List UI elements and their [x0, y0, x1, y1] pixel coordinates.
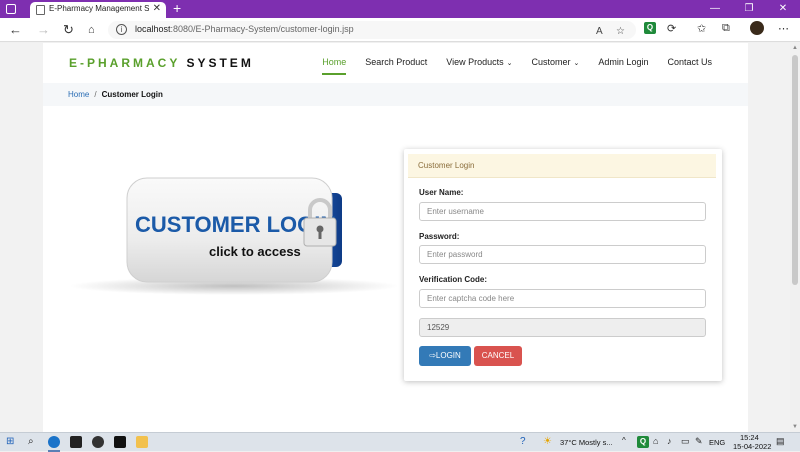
nav-search-product[interactable]: Search Product [365, 57, 427, 67]
help-icon[interactable]: ? [520, 436, 526, 447]
captcha-input[interactable] [419, 289, 706, 308]
browser-tab-bar: E-Pharmacy Management System ✕ + — ❐ ✕ [0, 0, 800, 18]
main-nav: Home Search Product View Products ⌄ Custo… [303, 57, 712, 75]
username-label: User Name: [419, 188, 464, 197]
battery-icon[interactable]: ▭ [681, 436, 690, 447]
url-path: :8080/E-Pharmacy-System/customer-login.j… [170, 24, 354, 34]
search-icon[interactable]: ⌕ [28, 436, 34, 447]
maximize-button[interactable]: ❐ [732, 0, 766, 18]
notification-icon[interactable]: ▤ [776, 436, 785, 447]
tray-q-icon[interactable]: Q [637, 436, 649, 448]
read-aloud-icon[interactable]: A [596, 26, 603, 37]
login-button[interactable]: ⇨LOGIN [419, 346, 471, 366]
login-panel-title: Customer Login [418, 161, 475, 170]
brand-prefix: E-PHARMACY [69, 56, 181, 70]
login-arrow-icon: ⇨ [429, 351, 436, 360]
weather-text[interactable]: 37°C Mostly s... [560, 438, 613, 447]
breadcrumb-home-link[interactable]: Home [68, 90, 89, 99]
tab-close-icon[interactable]: ✕ [153, 3, 161, 14]
cmd-icon[interactable] [114, 436, 126, 448]
captcha-code-field [419, 318, 706, 337]
nav-customer-label: Customer [531, 57, 571, 67]
window-controls: — ❐ ✕ [698, 0, 800, 18]
new-tab-button[interactable]: + [173, 0, 181, 16]
tab-title: E-Pharmacy Management System [49, 4, 149, 13]
login-panel-heading: Customer Login [408, 154, 716, 178]
brand-suffix: SYSTEM [186, 56, 254, 70]
breadcrumb-bar: Home / Customer Login [43, 83, 748, 106]
site-header: E-PHARMACY SYSTEM Home Search Product Vi… [43, 43, 748, 83]
password-label: Password: [419, 232, 460, 241]
windows-taskbar: ⊞ ⌕ ? ☀ 37°C Mostly s... ^ Q ⌂ ♪ ▭ ✎ ENG… [0, 432, 800, 452]
page-favicon-icon [36, 5, 45, 15]
clock-date[interactable]: 15-04-2022 [733, 442, 771, 451]
site-info-icon[interactable]: i [116, 24, 127, 35]
favorite-star-icon[interactable]: ☆ [616, 26, 625, 37]
scroll-down-icon[interactable]: ▼ [792, 424, 798, 430]
url-host: localhost [135, 24, 171, 34]
cancel-button[interactable]: CANCEL [474, 346, 522, 366]
chevron-down-icon: ⌄ [506, 60, 513, 67]
login-panel: Customer Login User Name: Password: Veri… [404, 149, 722, 381]
start-windows-icon[interactable]: ⊞ [6, 436, 14, 447]
nav-view-products-label: View Products [446, 57, 504, 67]
breadcrumb-separator: / [94, 90, 97, 99]
close-window-button[interactable]: ✕ [766, 0, 800, 18]
site-logo[interactable]: E-PHARMACY SYSTEM [69, 56, 254, 70]
chevron-up-icon[interactable]: ^ [622, 436, 626, 445]
network-icon[interactable]: ⌂ [653, 436, 658, 446]
nav-admin-login[interactable]: Admin Login [598, 57, 648, 67]
volume-icon[interactable]: ♪ [667, 436, 672, 446]
pen-icon[interactable]: ✎ [695, 436, 703, 447]
weather-icon: ☀ [543, 436, 552, 447]
extension-q-icon[interactable]: Q [644, 22, 656, 34]
workspaces-icon[interactable] [6, 4, 16, 14]
app-icon[interactable] [92, 436, 104, 448]
password-input[interactable] [419, 245, 706, 264]
home-icon[interactable]: ⌂ [88, 22, 95, 38]
forward-icon[interactable]: → [37, 22, 50, 38]
scroll-up-icon[interactable]: ▲ [792, 45, 798, 51]
breadcrumb: Home / Customer Login [68, 90, 163, 99]
customer-login-graphic: CUSTOMER LOGIN click to access [69, 177, 399, 295]
profile-avatar[interactable] [750, 21, 764, 35]
collections-icon[interactable]: ⧉ [722, 22, 730, 35]
refresh-icon[interactable]: ↻ [63, 22, 74, 38]
page-scrollbar[interactable]: ▲ ▼ [790, 43, 800, 432]
page-viewport: E-PHARMACY SYSTEM Home Search Product Vi… [0, 43, 800, 432]
address-bar[interactable]: i localhost:8080/E-Pharmacy-System/custo… [108, 21, 636, 39]
nav-contact-us[interactable]: Contact Us [667, 57, 712, 67]
back-icon[interactable]: ← [9, 22, 22, 38]
favorites-icon[interactable]: ✩ [697, 22, 706, 35]
file-explorer-icon[interactable] [136, 436, 148, 448]
nav-customer[interactable]: Customer ⌄ [532, 57, 580, 67]
login-button-label: LOGIN [435, 351, 461, 360]
language-indicator[interactable]: ENG [709, 438, 725, 447]
extensions-icon[interactable]: ⟳ [667, 22, 676, 35]
nav-view-products[interactable]: View Products ⌄ [446, 57, 512, 67]
url-text[interactable]: localhost:8080/E-Pharmacy-System/custome… [135, 24, 354, 34]
browser-toolbar: ← → ↻ ⌂ i localhost:8080/E-Pharmacy-Syst… [0, 18, 800, 42]
page-container: E-PHARMACY SYSTEM Home Search Product Vi… [43, 43, 748, 432]
minimize-button[interactable]: — [698, 0, 732, 18]
browser-tab[interactable]: E-Pharmacy Management System ✕ [30, 2, 166, 18]
chevron-down-icon: ⌄ [573, 60, 580, 67]
scrollbar-thumb[interactable] [792, 55, 798, 285]
terminal-icon[interactable] [70, 436, 82, 448]
more-menu-icon[interactable]: ⋯ [778, 22, 789, 35]
username-input[interactable] [419, 202, 706, 221]
graphic-subtitle: click to access [209, 244, 301, 259]
breadcrumb-current: Customer Login [101, 90, 163, 99]
clock-time[interactable]: 15:24 [740, 433, 759, 442]
nav-home[interactable]: Home [322, 57, 347, 75]
captcha-label: Verification Code: [419, 275, 488, 284]
edge-browser-icon[interactable] [48, 436, 60, 448]
